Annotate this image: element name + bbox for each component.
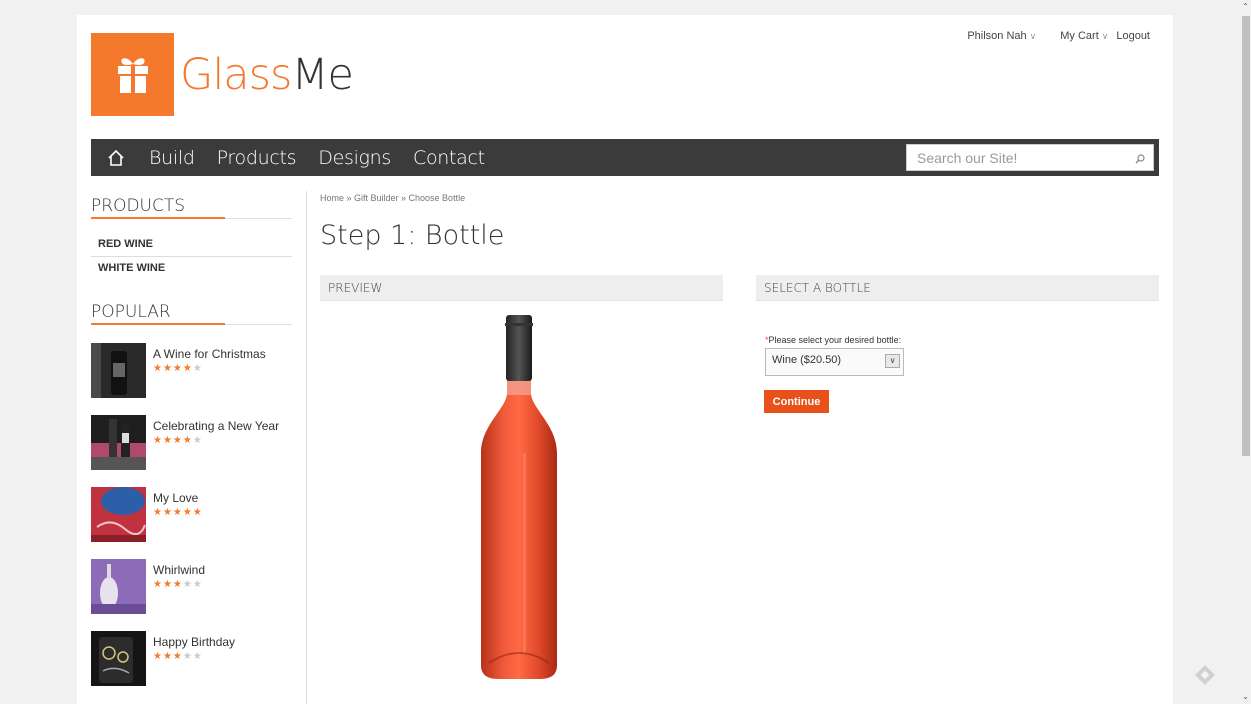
rating-stars: ★★★★★ — [153, 435, 203, 446]
popular-item-name: My Love — [153, 491, 199, 505]
sidebar: PRODUCTS RED WINE WHITE WINE POPULAR A W… — [91, 191, 292, 703]
products-heading: PRODUCTS — [91, 191, 292, 219]
nav-build[interactable]: Build — [141, 147, 206, 169]
popular-list: A Wine for Christmas ★★★★★ Celebrating a… — [91, 343, 292, 703]
continue-button[interactable]: Continue — [764, 390, 829, 413]
popular-item[interactable]: Celebrating a New Year ★★★★★ — [91, 415, 292, 487]
search-box — [906, 144, 1154, 171]
home-icon[interactable] — [91, 139, 141, 176]
popular-item-name: A Wine for Christmas — [153, 347, 266, 361]
search-icon[interactable] — [1135, 151, 1145, 169]
preview-heading: PREVIEW — [320, 275, 723, 301]
rating-stars: ★★★★★ — [153, 363, 203, 374]
category-white-wine[interactable]: WHITE WINE — [91, 257, 292, 281]
rating-stars: ★★★★★ — [153, 579, 203, 590]
column-divider — [306, 191, 307, 704]
rating-stars: ★★★★★ — [153, 651, 203, 662]
popular-item-name: Whirlwind — [153, 563, 206, 577]
scroll-down-arrow-icon[interactable]: ⌄ — [1240, 690, 1251, 704]
breadcrumb[interactable]: Home » Gift Builder » Choose Bottle — [320, 193, 465, 203]
bottle-preview-image — [481, 315, 557, 679]
popular-heading: POPULAR — [91, 297, 292, 325]
popular-item-name: Happy Birthday — [153, 635, 236, 649]
popular-item[interactable]: My Love ★★★★★ — [91, 487, 292, 559]
user-menu[interactable]: Philson Nah ∨ — [967, 30, 1036, 42]
product-thumbnail — [91, 559, 146, 614]
diamond-tag-icon[interactable] — [1194, 664, 1216, 686]
product-thumbnail — [91, 343, 146, 398]
product-thumbnail — [91, 487, 146, 542]
popular-item[interactable]: Happy Birthday ★★★★★ — [91, 631, 292, 703]
scrollbar[interactable]: ⌃ ⌄ — [1240, 0, 1251, 704]
scroll-up-arrow-icon[interactable]: ⌃ — [1240, 0, 1251, 14]
category-list: RED WINE WHITE WINE — [91, 233, 292, 281]
product-thumbnail — [91, 415, 146, 470]
logo-text: GlassMe — [180, 49, 354, 100]
chevron-down-icon: ∨ — [885, 354, 900, 368]
product-thumbnail — [91, 631, 146, 686]
category-red-wine[interactable]: RED WINE — [91, 233, 292, 257]
nav-contact[interactable]: Contact — [402, 147, 496, 169]
page-container: Philson Nah ∨ My Cart ∨ Logout GlassMe Bui… — [77, 15, 1173, 704]
scroll-thumb[interactable] — [1242, 16, 1250, 456]
chevron-down-icon: ∨ — [1101, 31, 1109, 41]
cart-menu[interactable]: My Cart ∨ — [1060, 30, 1108, 42]
popular-item[interactable]: Whirlwind ★★★★★ — [91, 559, 292, 631]
rating-stars: ★★★★★ — [153, 507, 203, 518]
logout-link[interactable]: Logout — [1116, 30, 1150, 42]
bottle-select-value: Wine ($20.50) — [772, 354, 842, 366]
user-name: Philson Nah — [967, 30, 1027, 42]
cart-label: My Cart — [1060, 30, 1099, 42]
main-nav: Build Products Designs Contact — [91, 139, 1159, 176]
user-bar: Philson Nah ∨ My Cart ∨ Logout — [967, 30, 1150, 42]
select-heading: SELECT A BOTTLE — [756, 275, 1159, 301]
popular-item-name: Celebrating a New Year — [153, 419, 280, 433]
popular-item[interactable]: A Wine for Christmas ★★★★★ — [91, 343, 292, 415]
chevron-down-icon: ∨ — [1029, 31, 1037, 41]
search-input[interactable] — [907, 145, 1127, 170]
bottle-select[interactable]: Wine ($20.50) ∨ — [765, 348, 904, 376]
bottle-field-label: *Please select your desired bottle: — [765, 335, 902, 345]
nav-products[interactable]: Products — [206, 147, 308, 169]
gift-icon — [91, 33, 174, 116]
page-title: Step 1: Bottle — [320, 220, 505, 251]
logo[interactable]: GlassMe — [91, 33, 354, 116]
nav-designs[interactable]: Designs — [307, 147, 402, 169]
